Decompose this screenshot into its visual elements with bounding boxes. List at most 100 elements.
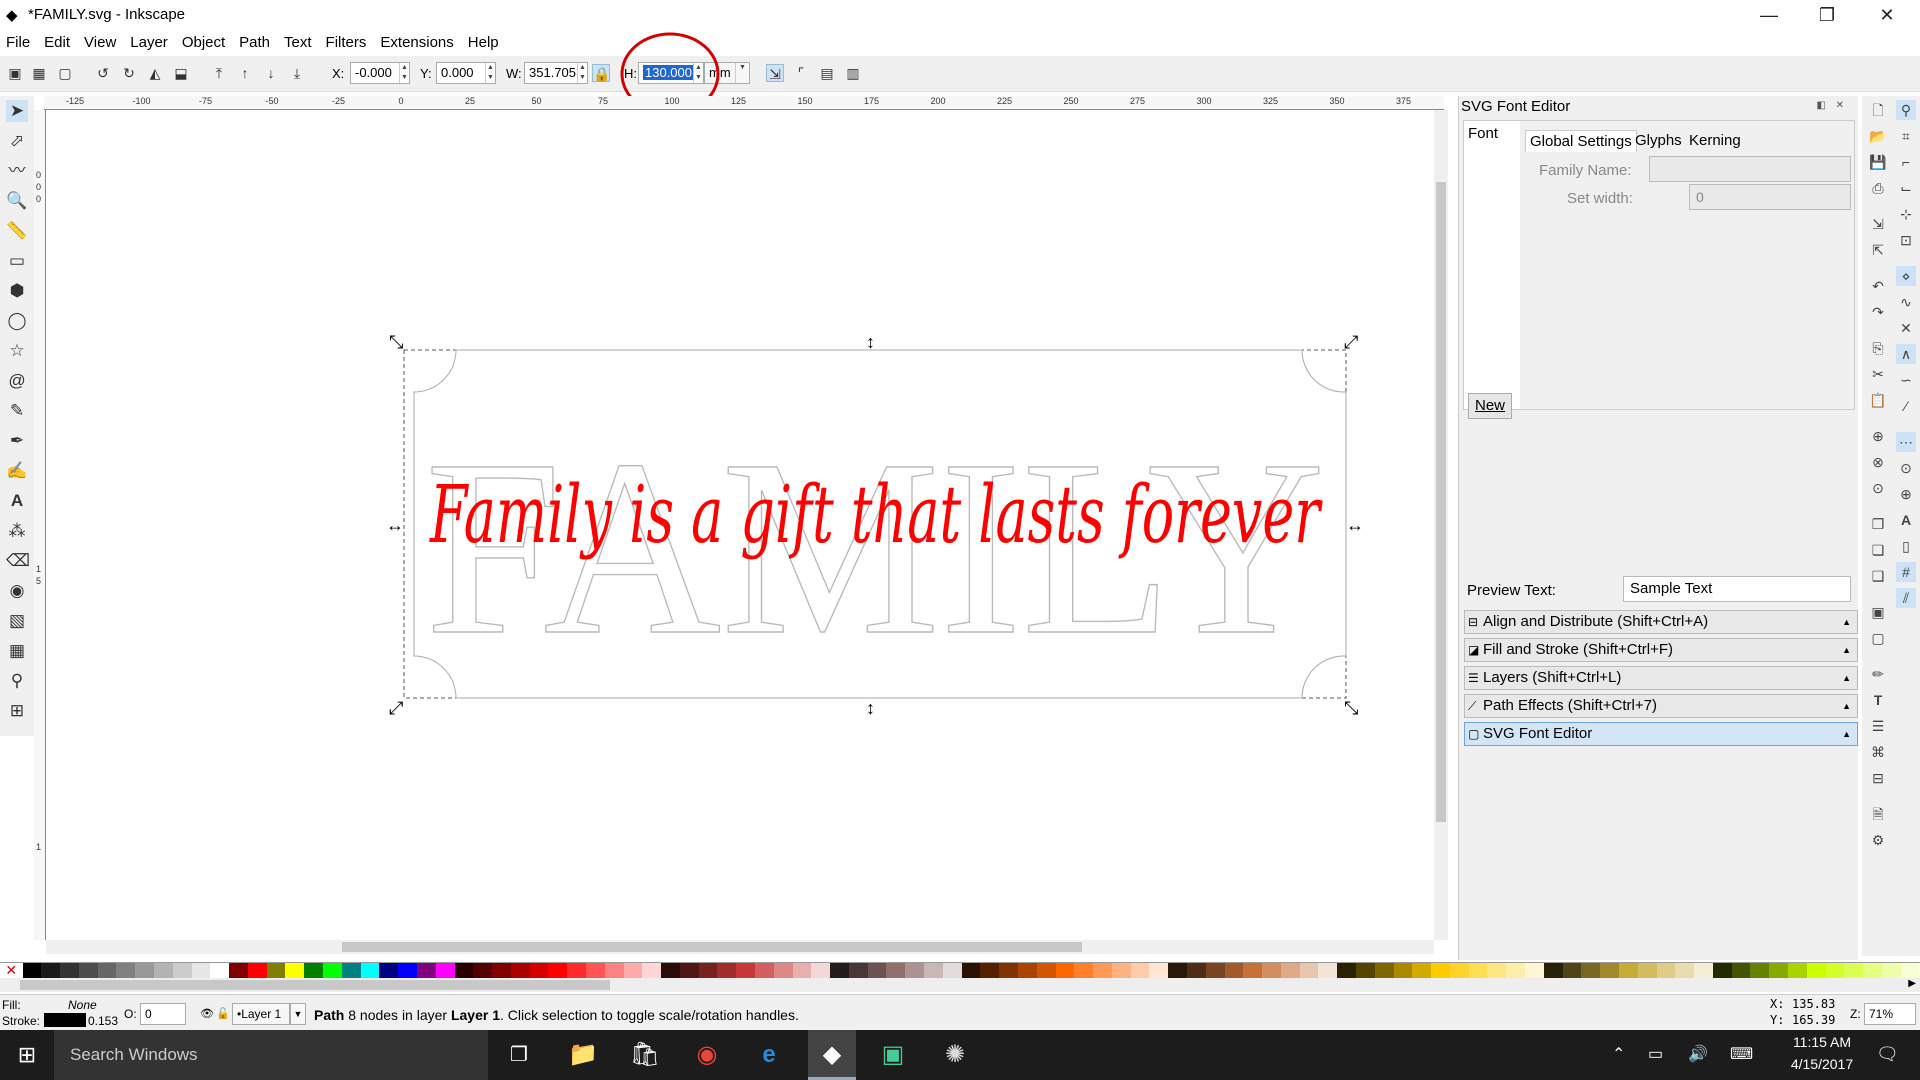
paint-bucket-tool-icon[interactable]: ◉ — [6, 580, 28, 602]
move-gradients-icon[interactable]: ▤ — [818, 64, 836, 82]
zoom-drawing-icon[interactable]: ⊗ — [1868, 452, 1888, 472]
color-swatch[interactable] — [773, 963, 793, 979]
handle-ne-icon[interactable]: ⤢ — [1344, 332, 1359, 352]
snap-grid-icon[interactable]: # — [1896, 562, 1916, 582]
color-swatch[interactable] — [698, 963, 718, 979]
redo-icon[interactable]: ↷ — [1868, 302, 1888, 322]
mesh-tool-icon[interactable]: ▦ — [6, 640, 28, 662]
lower-icon[interactable]: ↓ — [262, 64, 280, 82]
color-swatch[interactable] — [980, 963, 1000, 979]
color-swatch[interactable] — [454, 963, 474, 979]
dock-iconify-icon[interactable]: ◧ — [1817, 100, 1826, 111]
color-swatch[interactable] — [398, 963, 417, 979]
color-swatch[interactable] — [1731, 963, 1751, 979]
snap-text-baseline-icon[interactable]: A — [1896, 510, 1916, 530]
color-swatch[interactable] — [1318, 963, 1338, 979]
color-swatch[interactable] — [435, 963, 455, 979]
color-swatch[interactable] — [492, 963, 511, 979]
select-all-layers-icon[interactable]: ▦ — [30, 64, 48, 82]
menu-edit[interactable]: Edit — [44, 34, 70, 51]
set-width-input[interactable]: 0 — [1689, 184, 1851, 210]
keyboard-icon[interactable]: ⌨ — [1730, 1044, 1753, 1064]
color-swatch[interactable] — [585, 963, 605, 979]
color-swatch[interactable] — [1656, 963, 1676, 979]
color-palette[interactable]: ✕ — [0, 962, 1920, 979]
undo-icon[interactable]: ↶ — [1868, 276, 1888, 296]
handle-s-icon[interactable]: ↕ — [866, 698, 875, 718]
store-icon[interactable]: 🛍 — [628, 1038, 662, 1072]
app-taskbar-icon[interactable]: ▣ — [876, 1038, 910, 1072]
color-swatch[interactable] — [717, 963, 737, 979]
color-swatch[interactable] — [1074, 963, 1094, 979]
color-swatch[interactable] — [360, 963, 380, 979]
open-icon[interactable]: 📂 — [1868, 126, 1888, 146]
handle-sw-icon[interactable]: ⤢ — [389, 698, 404, 718]
zoom-page-icon[interactable]: ⊙ — [1868, 478, 1888, 498]
w-spin-arrows-icon[interactable]: ▲ ▼ — [577, 63, 587, 83]
family-name-input[interactable] — [1649, 156, 1851, 182]
new-font-button[interactable]: New — [1468, 393, 1512, 419]
color-swatch[interactable] — [886, 963, 906, 979]
color-swatch[interactable] — [1243, 963, 1263, 979]
snap-smooth-icon[interactable]: ∽ — [1896, 370, 1916, 390]
app2-taskbar-icon[interactable]: ✺ — [938, 1038, 972, 1072]
palette-menu-icon[interactable]: ▶ — [1908, 978, 1916, 989]
preview-text-input[interactable]: Sample Text — [1623, 576, 1851, 602]
color-swatch[interactable] — [661, 963, 680, 979]
color-swatch[interactable] — [1036, 963, 1056, 979]
color-swatch[interactable] — [1825, 963, 1845, 979]
color-swatch[interactable] — [78, 963, 98, 979]
close-button[interactable]: ✕ — [1858, 0, 1916, 30]
color-swatch[interactable] — [323, 963, 342, 979]
color-swatch[interactable] — [1525, 963, 1544, 979]
color-swatch[interactable] — [1806, 963, 1826, 979]
inkscape-taskbar-icon[interactable]: ◆ — [808, 1030, 856, 1080]
calligraphy-tool-icon[interactable]: ✍ — [6, 460, 28, 482]
rotate-ccw-icon[interactable]: ↺ — [94, 64, 112, 82]
color-swatch[interactable] — [416, 963, 436, 979]
snap-toggle-icon[interactable]: ⚲ — [1896, 100, 1916, 120]
menu-filters[interactable]: Filters — [326, 34, 367, 51]
color-swatch[interactable] — [285, 963, 305, 979]
layer-select[interactable]: •Layer 1 — [232, 1003, 290, 1025]
color-swatch[interactable] — [1581, 963, 1601, 979]
minimize-button[interactable]: — — [1740, 0, 1798, 30]
panel-layers[interactable]: ☰ Layers (Shift+Ctrl+L) ▲ — [1464, 666, 1858, 690]
color-swatch[interactable] — [1262, 963, 1281, 979]
snap-bbox-corner-icon[interactable]: ⌙ — [1896, 178, 1916, 198]
color-swatch[interactable] — [604, 963, 624, 979]
snap-cusp-icon[interactable]: ∧ — [1896, 344, 1916, 364]
tab-glyphs[interactable]: Glyphs — [1631, 130, 1686, 152]
color-swatch[interactable] — [848, 963, 868, 979]
color-swatch[interactable] — [792, 963, 812, 979]
drawing-canvas[interactable]: FAMILY Family is a gift that lasts forev… — [46, 110, 1434, 940]
color-swatch[interactable] — [755, 963, 774, 979]
chrome-icon[interactable]: ◉ — [690, 1038, 724, 1072]
panel-svg-font-editor[interactable]: ▢ SVG Font Editor ▲ — [1464, 722, 1858, 746]
raise-to-top-icon[interactable]: ⤒ — [210, 64, 228, 82]
color-swatch[interactable] — [1675, 963, 1695, 979]
scale-stroke-icon[interactable]: ⇲ — [766, 64, 784, 82]
color-swatch[interactable] — [1111, 963, 1131, 979]
color-swatch[interactable] — [41, 963, 61, 979]
rotate-cw-icon[interactable]: ↻ — [120, 64, 138, 82]
zoom-tool-icon[interactable]: 🔍 — [6, 190, 28, 212]
color-swatch[interactable] — [1205, 963, 1225, 979]
measure-tool-icon[interactable]: 📏 — [6, 220, 28, 242]
color-swatch[interactable] — [1506, 963, 1526, 979]
align-dialog-icon[interactable]: ⊟ — [1868, 768, 1888, 788]
rectangle-tool-icon[interactable]: ▭ — [6, 250, 28, 272]
color-swatch[interactable] — [266, 963, 286, 979]
layer-visibility-icon[interactable]: 👁 — [200, 1007, 214, 1020]
color-swatch[interactable] — [1412, 963, 1432, 979]
palette-scroll-thumb[interactable] — [20, 980, 610, 990]
cut-icon[interactable]: ✂ — [1868, 364, 1888, 384]
font-tab-label[interactable]: Font — [1468, 125, 1498, 142]
color-swatch[interactable] — [1055, 963, 1075, 979]
menu-extensions[interactable]: Extensions — [380, 34, 453, 51]
gradient-tool-icon[interactable]: ▧ — [6, 610, 28, 632]
color-swatch[interactable] — [154, 963, 173, 979]
color-swatch[interactable] — [905, 963, 925, 979]
color-swatch[interactable] — [1280, 963, 1300, 979]
duplicate-icon[interactable]: ❐ — [1868, 514, 1888, 534]
